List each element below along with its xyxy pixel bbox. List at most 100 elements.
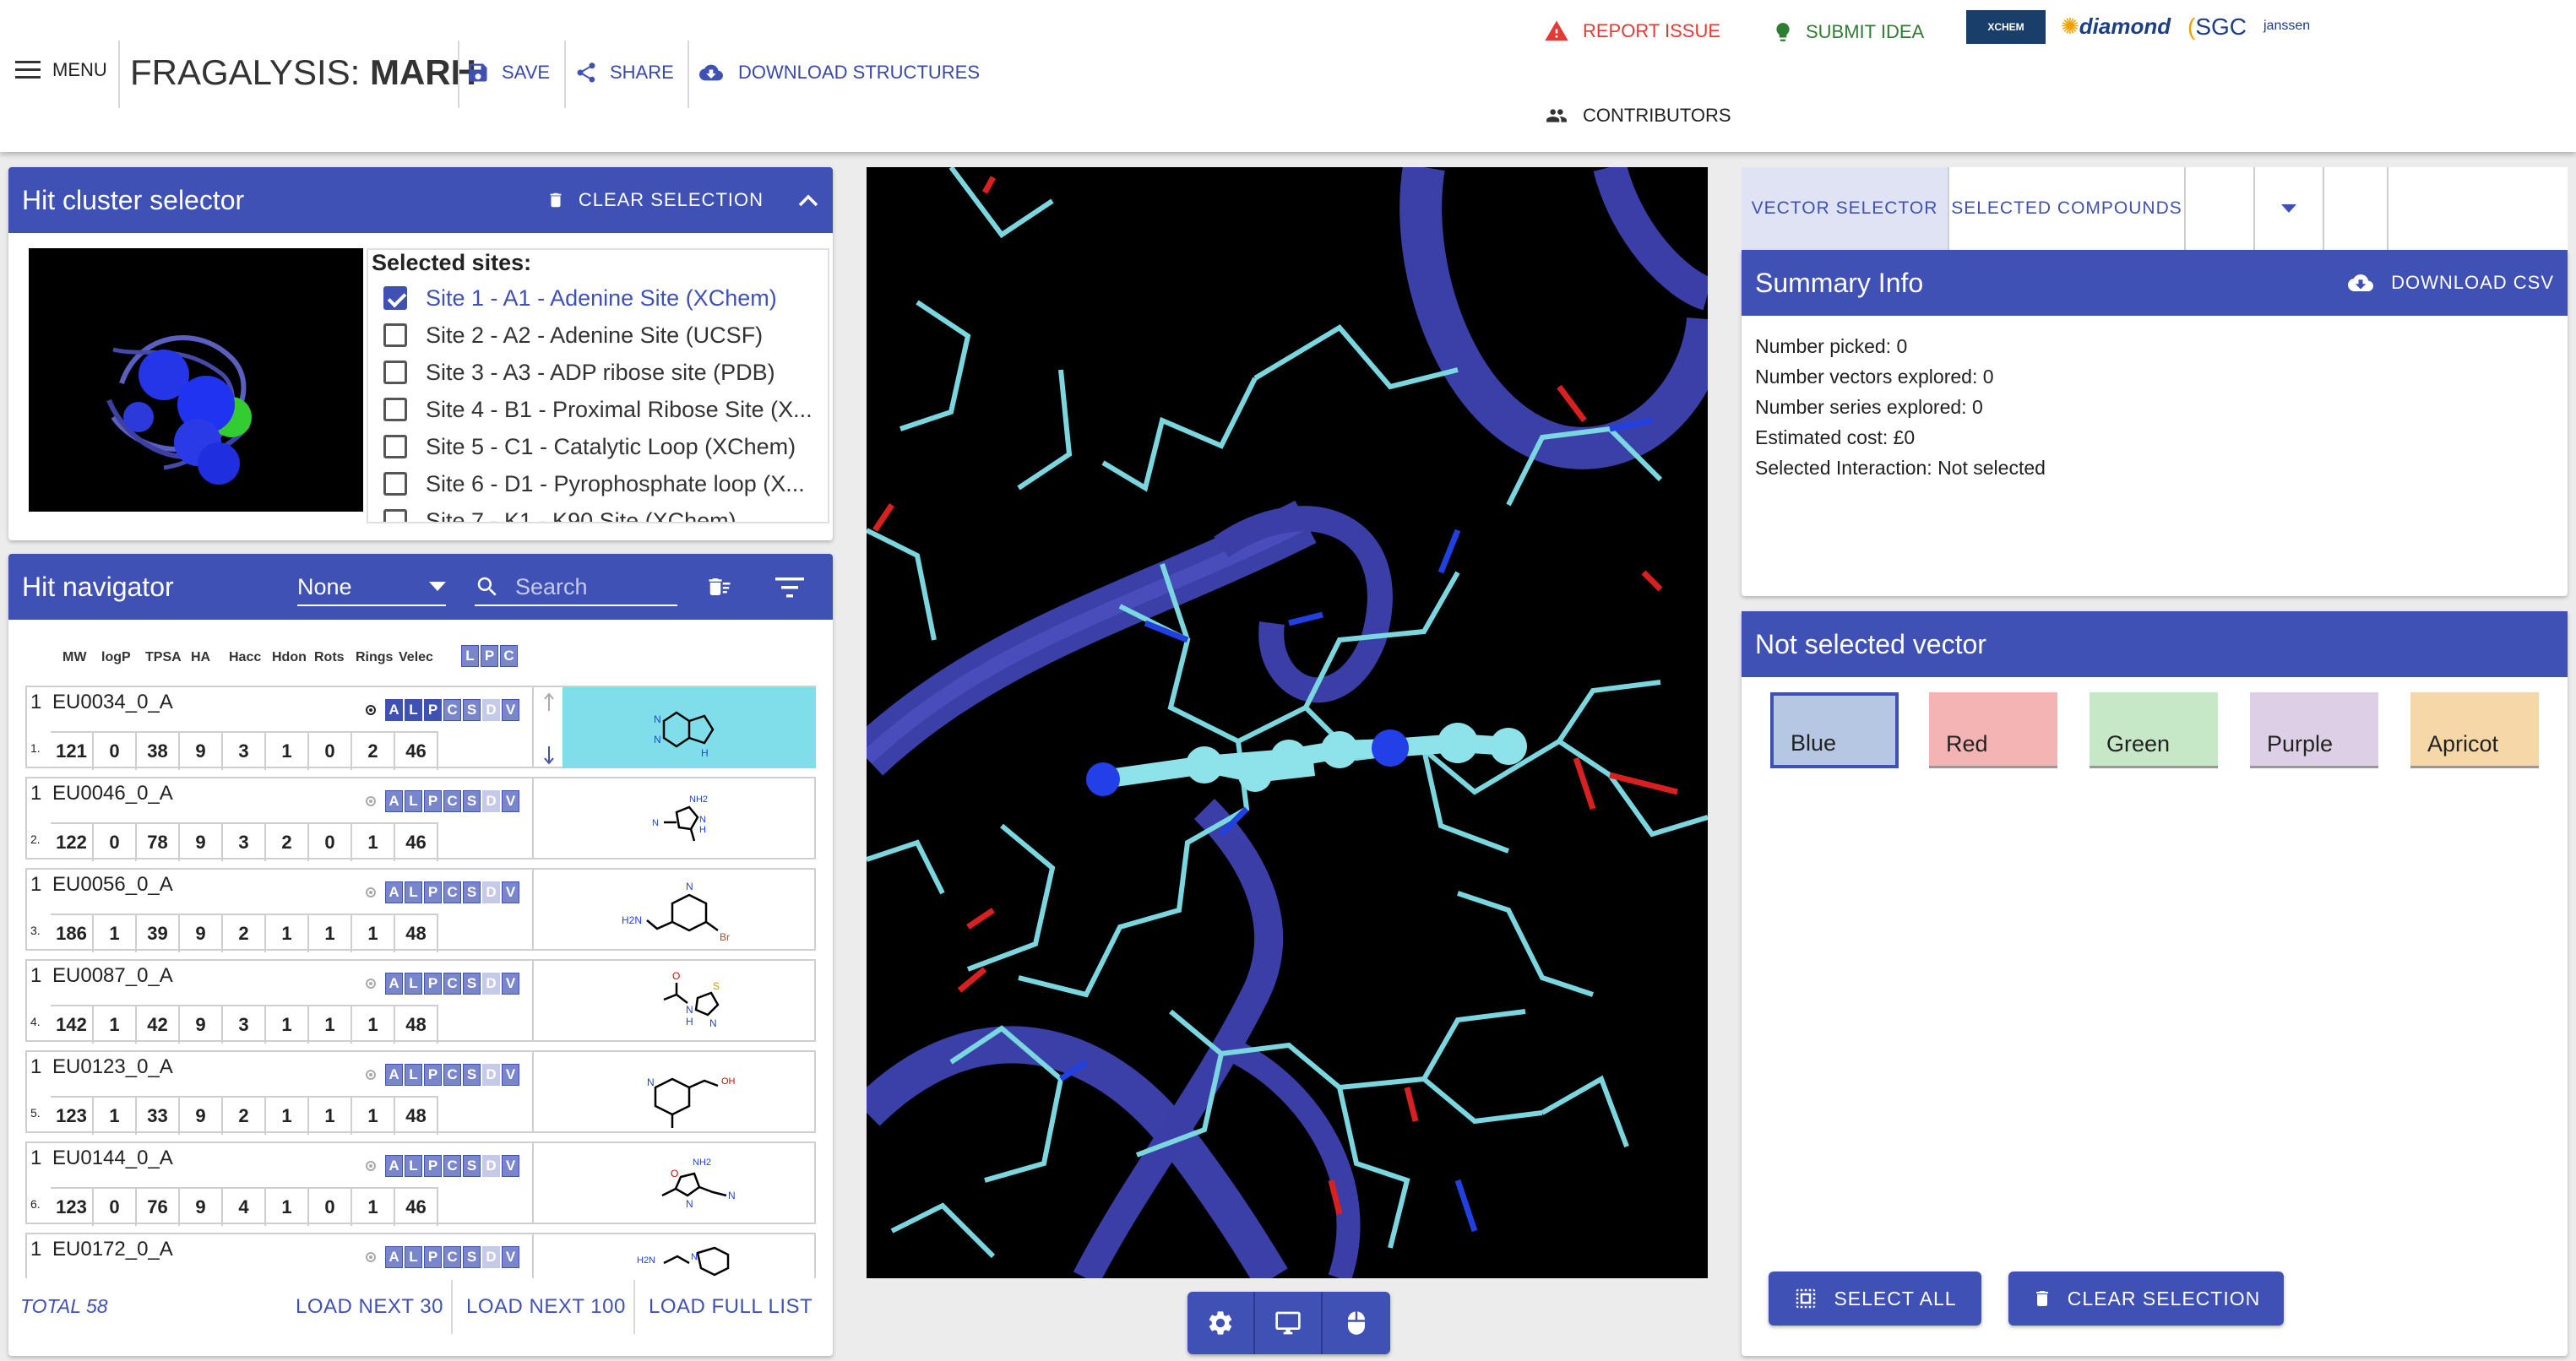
hit-toggle-d[interactable]: D bbox=[482, 881, 500, 903]
target-icon[interactable] bbox=[363, 1067, 378, 1082]
molecule-image[interactable]: NH2 N H N bbox=[562, 778, 816, 859]
molecule-viewer[interactable] bbox=[867, 167, 1708, 1278]
hit-toggle-a[interactable]: A bbox=[385, 790, 403, 812]
site-checkbox[interactable] bbox=[383, 323, 407, 347]
column-header-hacc[interactable]: Hacc bbox=[229, 650, 261, 665]
column-header-mw[interactable]: MW bbox=[62, 650, 86, 665]
viewer-display-button[interactable] bbox=[1255, 1292, 1323, 1354]
select-all-button[interactable]: SELECT ALL bbox=[1769, 1272, 1981, 1326]
molecule-image[interactable]: NN H bbox=[562, 687, 816, 768]
toggle-p[interactable]: P bbox=[481, 645, 498, 667]
site-checkbox[interactable] bbox=[383, 398, 407, 421]
tab-selected-compounds[interactable]: SELECTED COMPOUNDS bbox=[1949, 167, 2186, 250]
hit-toggle-l[interactable]: L bbox=[405, 1246, 422, 1268]
hit-toggle-p[interactable]: P bbox=[424, 1155, 442, 1177]
hit-toggle-c[interactable]: C bbox=[443, 699, 461, 721]
hit-toggle-s[interactable]: S bbox=[463, 1246, 481, 1268]
site-checkbox[interactable] bbox=[383, 435, 407, 458]
delete-sweep-icon[interactable] bbox=[704, 574, 735, 599]
swatch-green[interactable]: Green bbox=[2090, 692, 2218, 768]
hit-toggle-s[interactable]: S bbox=[463, 973, 481, 995]
hit-toggle-l[interactable]: L bbox=[405, 790, 422, 812]
site-item-2[interactable]: Site 2 - A2 - Adenine Site (UCSF) bbox=[383, 317, 828, 354]
hit-toggle-c[interactable]: C bbox=[443, 973, 461, 995]
hit-toggle-a[interactable]: A bbox=[385, 973, 403, 995]
hit-toggle-d[interactable]: D bbox=[482, 1064, 500, 1086]
molecule-image[interactable]: NH2 O N N bbox=[562, 1143, 816, 1224]
hit-toggle-d[interactable]: D bbox=[482, 699, 500, 721]
hit-toggle-d[interactable]: D bbox=[482, 973, 500, 995]
filter-icon[interactable] bbox=[775, 577, 804, 598]
hit-toggle-a[interactable]: A bbox=[385, 1246, 403, 1268]
viewer-mouse-button[interactable] bbox=[1323, 1292, 1390, 1354]
load-full-list-button[interactable]: LOAD FULL LIST bbox=[649, 1295, 812, 1319]
chevron-up-icon[interactable] bbox=[797, 192, 819, 208]
hit-toggle-p[interactable]: P bbox=[424, 973, 442, 995]
tab-empty[interactable] bbox=[2186, 167, 2255, 250]
hit-toggle-a[interactable]: A bbox=[385, 1155, 403, 1177]
site-checkbox[interactable] bbox=[383, 286, 407, 310]
hit-toggle-l[interactable]: L bbox=[405, 1064, 422, 1086]
viewer-settings-button[interactable] bbox=[1187, 1292, 1255, 1354]
hit-toggle-l[interactable]: L bbox=[405, 699, 422, 721]
hit-toggle-p[interactable]: P bbox=[424, 699, 442, 721]
hit-toggle-c[interactable]: C bbox=[443, 1064, 461, 1086]
hit-row[interactable]: 1 EU0087_0_A 4. 142 1 42 9 3 1 1 1 48 A L P C S D V O S N H N bbox=[25, 959, 816, 1044]
swatch-blue[interactable]: Blue bbox=[1770, 692, 1899, 768]
hit-toggle-a[interactable]: A bbox=[385, 1064, 403, 1086]
hit-toggle-p[interactable]: P bbox=[424, 1246, 442, 1268]
target-icon[interactable] bbox=[363, 702, 378, 718]
hit-row[interactable]: 1 EU0056_0_A 3. 186 1 39 9 2 1 1 1 48 A L P C S D V N H2N Br bbox=[25, 868, 816, 952]
submit-idea-button[interactable]: SUBMIT IDEA bbox=[1772, 19, 1924, 46]
hit-toggle-s[interactable]: S bbox=[463, 790, 481, 812]
column-header-rots[interactable]: Rots bbox=[314, 650, 345, 665]
molecule-image[interactable]: OH N bbox=[562, 1052, 816, 1133]
hit-toggle-a[interactable]: A bbox=[385, 881, 403, 903]
site-item-3[interactable]: Site 3 - A3 - ADP ribose site (PDB) bbox=[383, 354, 828, 391]
hit-toggle-s[interactable]: S bbox=[463, 1155, 481, 1177]
search-input[interactable]: Search bbox=[475, 569, 677, 606]
swatch-apricot[interactable]: Apricot bbox=[2410, 692, 2539, 768]
hit-toggle-l[interactable]: L bbox=[405, 973, 422, 995]
filter-select[interactable]: None bbox=[297, 569, 446, 606]
clear-selection-button[interactable]: CLEAR SELECTION bbox=[546, 188, 764, 212]
menu-button[interactable]: MENU bbox=[15, 59, 107, 81]
hit-toggle-c[interactable]: C bbox=[443, 1246, 461, 1268]
hit-row[interactable]: 1 EU0172_0_A A L P C S D V H2N N bbox=[25, 1233, 816, 1278]
hit-row[interactable]: 1 EU0123_0_A 5. 123 1 33 9 2 1 1 1 48 A L P C S D V OH N bbox=[25, 1050, 816, 1135]
hit-toggle-v[interactable]: V bbox=[502, 1064, 519, 1086]
swatch-purple[interactable]: Purple bbox=[2250, 692, 2378, 768]
molecule-image[interactable]: OSNHN bbox=[562, 961, 816, 1042]
column-header-velec[interactable]: Velec bbox=[399, 650, 433, 665]
hit-row[interactable]: 1 EU0046_0_A 2. 122 0 78 9 3 2 0 1 46 A L P C S D V NH2 N H N bbox=[25, 777, 816, 861]
target-icon[interactable] bbox=[363, 885, 378, 900]
tab-vector-selector[interactable]: VECTOR SELECTOR bbox=[1742, 167, 1949, 250]
save-button[interactable]: SAVE bbox=[466, 61, 550, 84]
hit-toggle-c[interactable]: C bbox=[443, 881, 461, 903]
target-icon[interactable] bbox=[363, 794, 378, 809]
tab-empty-2[interactable] bbox=[2324, 167, 2389, 250]
hit-toggle-v[interactable]: V bbox=[502, 699, 519, 721]
move-arrows-icon[interactable] bbox=[542, 692, 556, 765]
hit-toggle-s[interactable]: S bbox=[463, 1064, 481, 1086]
column-header-logp[interactable]: logP bbox=[101, 650, 131, 665]
hit-toggle-l[interactable]: L bbox=[405, 1155, 422, 1177]
hit-toggle-l[interactable]: L bbox=[405, 881, 422, 903]
site-item-5[interactable]: Site 5 - C1 - Catalytic Loop (XChem) bbox=[383, 428, 828, 465]
tab-dropdown[interactable] bbox=[2255, 167, 2324, 250]
column-header-tpsa[interactable]: TPSA bbox=[145, 650, 182, 665]
target-icon[interactable] bbox=[363, 976, 378, 991]
hit-toggle-p[interactable]: P bbox=[424, 881, 442, 903]
hit-row[interactable]: 1 EU0144_0_A 6. 123 0 76 9 4 1 0 1 46 A L P C S D V NH2 O N N bbox=[25, 1141, 816, 1226]
hit-toggle-p[interactable]: P bbox=[424, 790, 442, 812]
site-checkbox[interactable] bbox=[383, 509, 407, 522]
share-button[interactable]: SHARE bbox=[574, 61, 674, 84]
hit-toggle-v[interactable]: V bbox=[502, 1246, 519, 1268]
hit-toggle-p[interactable]: P bbox=[424, 1064, 442, 1086]
column-header-rings[interactable]: Rings bbox=[356, 650, 393, 665]
toggle-l[interactable]: L bbox=[461, 645, 479, 667]
molecule-image[interactable]: N H2N Br bbox=[562, 870, 816, 951]
hit-toggle-d[interactable]: D bbox=[482, 790, 500, 812]
contributors-button[interactable]: CONTRIBUTORS bbox=[1542, 105, 1731, 127]
site-checkbox[interactable] bbox=[383, 361, 407, 384]
